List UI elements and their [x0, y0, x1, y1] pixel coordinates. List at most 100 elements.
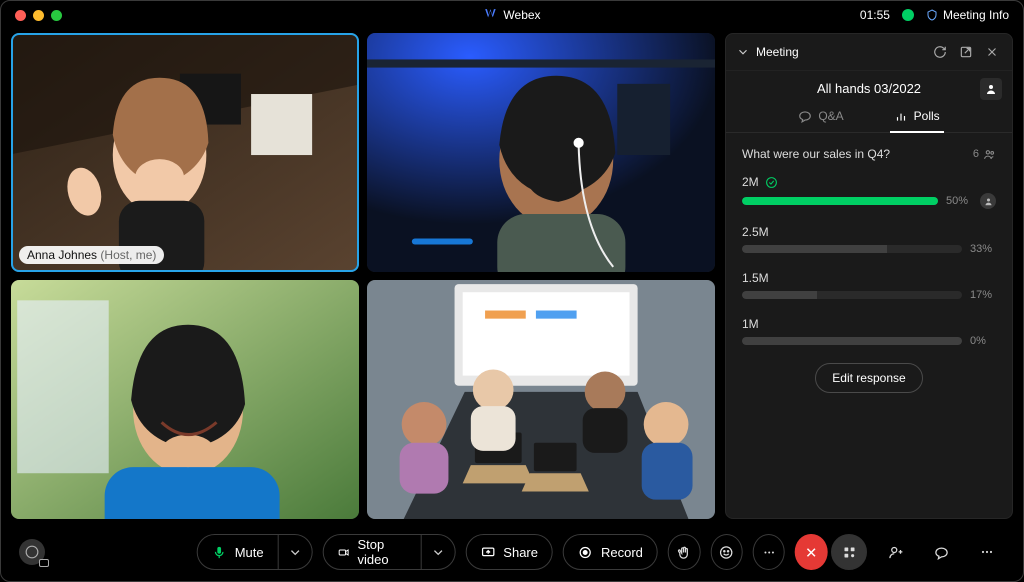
connection-status-icon[interactable]	[902, 9, 914, 21]
video-feed	[367, 33, 715, 272]
popout-icon	[959, 45, 973, 59]
close-window-icon[interactable]	[15, 10, 26, 21]
titlebar-right: 01:55 Meeting Info	[860, 8, 1009, 22]
more-options-button[interactable]	[753, 534, 785, 570]
grid-icon	[842, 545, 857, 560]
record-icon	[578, 545, 593, 560]
poll-option-label-row: 2M	[742, 175, 996, 189]
poll-option[interactable]: 2M 50%	[742, 175, 996, 209]
tab-polls-label: Polls	[914, 109, 940, 123]
poll-pct: 0%	[970, 335, 996, 347]
chat-icon	[934, 545, 949, 560]
share-label: Share	[503, 545, 538, 560]
meeting-name-row: All hands 03/2022	[726, 71, 1012, 100]
video-tile[interactable]	[11, 280, 359, 519]
mute-options-chevron[interactable]	[278, 535, 312, 569]
stop-video-label: Stop video	[358, 537, 407, 567]
poll-option[interactable]: 2.5M 33%	[742, 225, 996, 255]
ellipsis-icon	[979, 544, 995, 560]
chevron-down-icon[interactable]	[736, 45, 750, 59]
right-controls	[831, 534, 1005, 570]
meeting-info-button[interactable]: Meeting Info	[926, 8, 1009, 22]
tab-polls[interactable]: Polls	[890, 101, 944, 133]
participant-name: Anna Johnes	[27, 248, 97, 262]
participant-role: (Host, me)	[100, 248, 156, 262]
poll-option-label-row: 1.5M	[742, 271, 996, 285]
chevron-down-icon	[430, 545, 445, 560]
video-tile-self[interactable]: Anna Johnes (Host, me)	[11, 33, 359, 272]
pip-icon	[39, 559, 49, 567]
record-button[interactable]: Record	[563, 534, 658, 570]
video-feed	[11, 280, 359, 519]
share-screen-icon	[480, 545, 495, 560]
center-controls: Mute Stop video Share Record	[197, 534, 828, 570]
tab-qa[interactable]: Q&A	[794, 101, 847, 133]
meeting-name: All hands 03/2022	[740, 81, 998, 96]
side-panel: Meeting All hands 03/2022 Q&A	[725, 33, 1013, 519]
more-panel-button[interactable]	[969, 534, 1005, 570]
chat-button[interactable]	[923, 534, 959, 570]
webex-logo-icon	[483, 9, 497, 21]
close-icon	[804, 545, 819, 560]
side-panel-title: Meeting	[756, 45, 924, 59]
presenter-button[interactable]	[980, 78, 1002, 100]
camera-icon	[338, 545, 350, 560]
window-traffic-lights	[15, 10, 62, 21]
poll-pct: 33%	[970, 243, 996, 255]
share-button[interactable]: Share	[465, 534, 553, 570]
edit-response-button[interactable]: Edit response	[815, 363, 922, 393]
poll-option-bar-row: 17%	[742, 289, 996, 301]
poll-bar	[742, 337, 962, 345]
popout-button[interactable]	[956, 42, 976, 62]
responder-number: 6	[973, 148, 979, 160]
chat-bubble-icon	[798, 109, 812, 123]
microphone-icon	[212, 545, 227, 560]
apps-button[interactable]	[831, 534, 867, 570]
video-options-chevron[interactable]	[420, 535, 454, 569]
app-title-label: Webex	[503, 8, 540, 22]
refresh-button[interactable]	[930, 42, 950, 62]
video-feed	[367, 280, 715, 519]
participants-button[interactable]	[877, 534, 913, 570]
refresh-icon	[933, 45, 947, 59]
poll-option-label: 1M	[742, 317, 759, 331]
hand-icon	[677, 545, 692, 560]
reactions-button[interactable]	[710, 534, 742, 570]
maximize-window-icon[interactable]	[51, 10, 62, 21]
self-view-toggle[interactable]	[19, 539, 45, 565]
leave-meeting-button[interactable]	[795, 534, 827, 570]
poll-option-label-row: 1M	[742, 317, 996, 331]
mute-button[interactable]: Mute	[197, 534, 313, 570]
poll-option[interactable]: 1.5M 17%	[742, 271, 996, 301]
responder-avatar-icon	[980, 193, 996, 209]
mute-label: Mute	[235, 545, 264, 560]
poll-option-label-row: 2.5M	[742, 225, 996, 239]
bar-chart-icon	[894, 109, 908, 123]
meeting-info-label: Meeting Info	[943, 8, 1009, 22]
poll-option-label: 2M	[742, 175, 759, 189]
poll-option-bar-row: 33%	[742, 243, 996, 255]
poll-option[interactable]: 1M 0%	[742, 317, 996, 347]
main-area: Anna Johnes (Host, me)	[1, 29, 1023, 519]
record-label: Record	[601, 545, 643, 560]
poll-option-bar-row: 50%	[742, 193, 996, 209]
video-tile[interactable]	[367, 33, 715, 272]
poll-question: What were our sales in Q4?	[742, 147, 973, 161]
control-bar: Mute Stop video Share Record	[1, 523, 1023, 581]
poll-content: What were our sales in Q4? 6 2M 50%	[726, 133, 1012, 518]
poll-pct: 17%	[970, 289, 996, 301]
close-panel-button[interactable]	[982, 42, 1002, 62]
video-grid: Anna Johnes (Host, me)	[11, 33, 715, 519]
video-tile[interactable]	[367, 280, 715, 519]
poll-option-label: 1.5M	[742, 271, 769, 285]
chevron-down-icon	[288, 545, 303, 560]
stop-video-button[interactable]: Stop video	[323, 534, 456, 570]
video-feed	[11, 33, 359, 272]
check-circle-icon	[765, 176, 778, 189]
poll-bar	[742, 245, 962, 253]
poll-option-label: 2.5M	[742, 225, 769, 239]
raise-hand-button[interactable]	[668, 534, 700, 570]
person-circle-icon	[25, 545, 39, 559]
poll-responder-count: 6	[973, 148, 996, 161]
minimize-window-icon[interactable]	[33, 10, 44, 21]
